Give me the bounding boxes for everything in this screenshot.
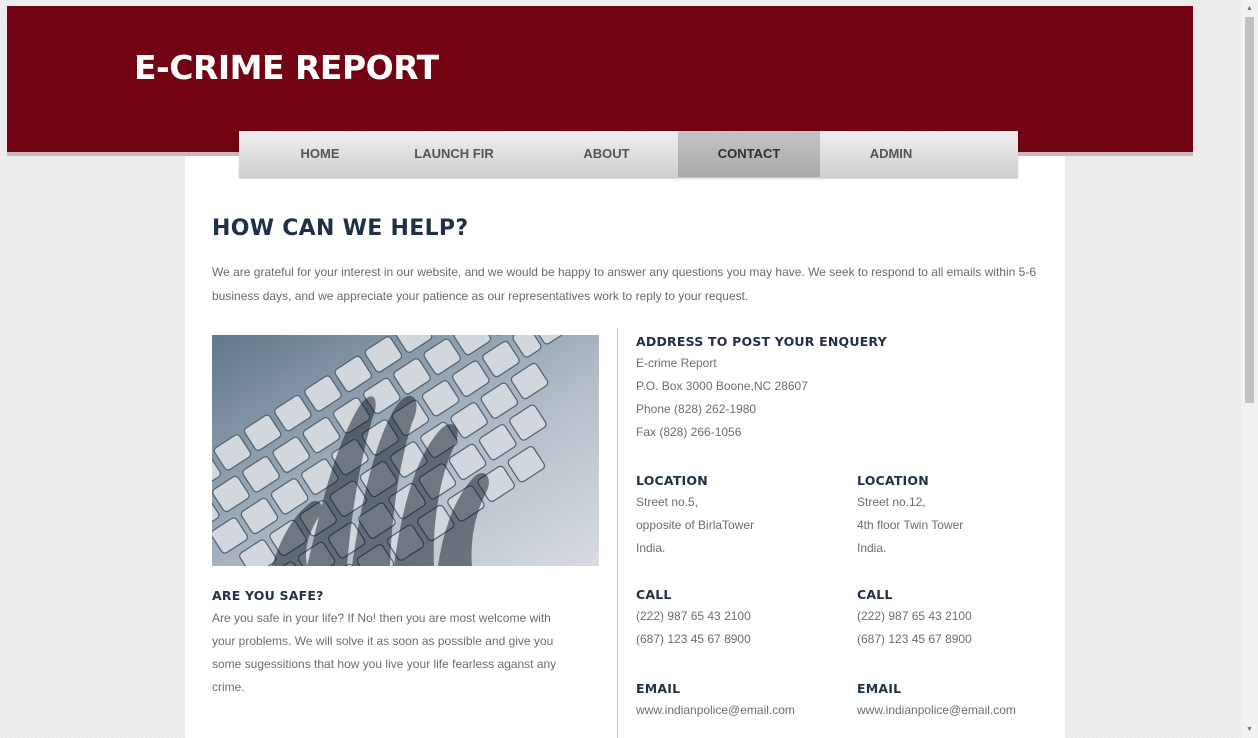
- location-heading: LOCATION: [636, 473, 708, 488]
- email-link[interactable]: www.indianpolice@email.com: [636, 699, 795, 722]
- location-line: India.: [636, 541, 666, 555]
- email-heading: EMAIL: [857, 681, 902, 696]
- nav-launch-fir[interactable]: LAUNCH FIR: [398, 131, 510, 177]
- nav-home[interactable]: HOME: [276, 131, 364, 177]
- nav-admin[interactable]: ADMIN: [839, 131, 943, 177]
- address-heading: ADDRESS TO POST YOUR ENQUERY: [636, 334, 887, 349]
- location-line: India.: [857, 541, 887, 555]
- safe-line: crime.: [212, 680, 245, 694]
- page-title: HOW CAN WE HELP?: [212, 216, 469, 241]
- call-heading: CALL: [636, 587, 672, 602]
- location-line: 4th floor Twin Tower: [857, 518, 964, 532]
- keyboard-photo: [212, 335, 599, 566]
- intro-text: We are grateful for your interest in our…: [212, 265, 1036, 303]
- nav-about[interactable]: ABOUT: [549, 131, 664, 177]
- site-logo[interactable]: E-CRIME REPORT: [134, 48, 439, 88]
- phone-number: (687) 123 45 67 8900: [636, 632, 751, 646]
- scroll-down-icon[interactable]: ▼: [1241, 721, 1258, 738]
- safe-line: your problems. We will solve it as soon …: [212, 634, 554, 648]
- main-nav: HOME LAUNCH FIR ABOUT CONTACT ADMIN: [239, 131, 1018, 178]
- phone-number: (222) 987 65 43 2100: [636, 609, 751, 623]
- phone-number: (222) 987 65 43 2100: [857, 609, 972, 623]
- keyboard-illustration: [212, 335, 599, 566]
- safe-heading: ARE YOU SAFE?: [212, 588, 324, 603]
- address-line: E-crime Report: [636, 356, 717, 370]
- address-line: Phone (828) 262-1980: [636, 402, 757, 416]
- location-line: opposite of BirlaTower: [636, 518, 755, 532]
- call-heading: CALL: [857, 587, 893, 602]
- location-heading: LOCATION: [857, 473, 929, 488]
- scrollbar-thumb[interactable]: [1245, 17, 1254, 403]
- safe-line: Are you safe in your life? If No! then y…: [212, 611, 551, 625]
- column-divider: [617, 328, 618, 738]
- email-link[interactable]: www.indianpolice@email.com: [857, 699, 1016, 722]
- location-line: Street no.12,: [857, 495, 926, 509]
- phone-number: (687) 123 45 67 8900: [857, 632, 972, 646]
- location-line: Street no.5,: [636, 495, 699, 509]
- nav-contact[interactable]: CONTACT: [678, 131, 820, 177]
- address-line: P.O. Box 3000 Boone,NC 28607: [636, 379, 808, 393]
- scroll-up-icon[interactable]: ▲: [1241, 0, 1258, 17]
- safe-line: some sugessitions that how you live your…: [212, 657, 557, 671]
- address-line: Fax (828) 266-1056: [636, 425, 742, 439]
- email-heading: EMAIL: [636, 681, 681, 696]
